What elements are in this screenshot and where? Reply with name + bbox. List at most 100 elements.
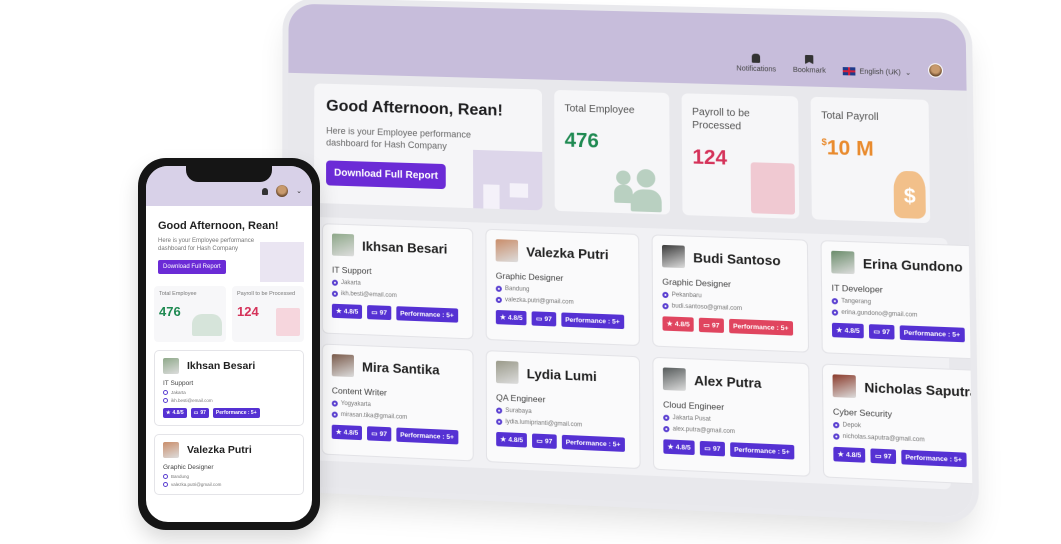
badge-row: ★ 4.8/5 ▭ 97 Performance : 5+ [163, 407, 295, 418]
greeting-title: Good Afternoon, Rean! [326, 97, 503, 120]
bookmark-icon [805, 55, 813, 64]
download-report-button[interactable]: Download Full Report [326, 160, 447, 190]
location-pin-icon [662, 291, 669, 299]
employee-role: Graphic Designer [163, 463, 214, 471]
employee-email: budi.santoso@gmail.com [662, 303, 798, 314]
rating-badge: ★ 4.8/5 [163, 407, 187, 418]
stat-payroll-processed: Payroll to be Processed 124 [681, 93, 800, 219]
bookmark-label: Bookmark [792, 66, 826, 75]
employee-email: valezka.putri@gmail.com [163, 481, 295, 487]
comments-count: 97 [711, 321, 720, 330]
comments-badge: ▭ 97 [367, 305, 391, 321]
employee-grid: Ikhsan Besari IT Support Jakarta ikh.besti@… [313, 216, 973, 490]
email-icon [331, 411, 338, 418]
location-pin-icon [831, 298, 839, 305]
employee-name: Alex Putra [694, 372, 762, 391]
employee-role: QA Engineer [496, 392, 546, 405]
employee-card[interactable]: Ikhsan Besari IT Support Jakarta ikh.besti@… [321, 223, 474, 340]
employee-role: Graphic Designer [662, 276, 732, 290]
comments-count: 97 [379, 309, 387, 317]
location-text: Jakarta [340, 279, 361, 287]
phone-notch [186, 166, 272, 182]
star-icon: ★ [836, 327, 843, 335]
stat-label: Total Payroll [821, 110, 879, 124]
rating-badge: ★ 4.8/5 [663, 439, 695, 456]
welcome-card: Good Afternoon, Rean! Here is your Emplo… [314, 83, 543, 211]
location-pin-icon [163, 473, 168, 479]
language-label: English (UK) [859, 67, 901, 77]
location-text: Surabaya [505, 407, 532, 416]
comments-count: 97 [712, 445, 721, 453]
user-avatar[interactable] [928, 63, 944, 78]
employee-avatar [662, 367, 686, 391]
employee-card[interactable]: Nicholas Saputra Cyber Security Depok nicho… [821, 363, 973, 485]
phone-welcome-card: Good Afternoon, Rean! Here is your Emplo… [154, 216, 304, 282]
card-header: Nicholas Saputra [832, 374, 973, 403]
employee-role: Cloud Engineer [663, 399, 725, 413]
user-avatar[interactable] [276, 185, 289, 197]
phone-screen: ⌄ Good Afternoon, Rean! Here is your Emp… [146, 166, 312, 522]
comment-icon: ▭ [536, 437, 543, 446]
employee-email: alex.putra@gmail.com [663, 425, 799, 438]
email-icon [663, 425, 670, 433]
bell-icon [751, 53, 761, 63]
location-pin-icon [833, 421, 840, 429]
employee-card[interactable]: Budi Santoso Graphic Designer Pekanbaru bud… [651, 234, 810, 353]
employee-card[interactable]: Valezka Putri Graphic Designer Bandung vale… [154, 433, 304, 495]
employee-location: Bandung [163, 473, 295, 479]
employee-card[interactable]: Mira Santika Content Writer Yogyakarta mira… [321, 343, 474, 462]
employee-email: valezka.putri@gmail.com [495, 296, 630, 308]
card-header: Valezka Putri [495, 239, 629, 266]
card-header: Ikhsan Besari [331, 233, 463, 261]
comments-count: 97 [544, 315, 552, 323]
employee-name: Mira Santika [362, 358, 440, 378]
employee-name: Ikhsan Besari [187, 359, 256, 372]
comments-count: 97 [379, 430, 387, 438]
employee-card[interactable]: Alex Putra Cloud Engineer Jakarta Pusat ale… [652, 356, 811, 477]
email-icon [496, 418, 503, 426]
employee-role: Cyber Security [832, 406, 893, 420]
employee-card[interactable]: Lydia Lumi QA Engineer Surabaya lydia.lumip… [485, 350, 641, 470]
rating-value: 4.8/5 [172, 409, 184, 416]
bookmark-button[interactable]: Bookmark [793, 55, 826, 75]
employee-name: Erina Gundono [862, 255, 963, 275]
employee-card[interactable]: Valezka Putri Graphic Designer Bandung vale… [485, 228, 640, 347]
download-report-button[interactable]: Download Full Report [158, 259, 226, 274]
star-icon: ★ [335, 428, 342, 437]
location-text: Yogyakarta [340, 400, 371, 409]
email-text: valezka.putri@gmail.com [504, 297, 574, 306]
rating-value: 4.8/5 [675, 443, 691, 452]
location-pin-icon [163, 389, 168, 395]
employee-location: Tangerang [831, 298, 970, 309]
comments-badge: ▭ 97 [532, 433, 557, 449]
email-text: budi.santoso@gmail.com [671, 303, 743, 313]
language-selector[interactable]: English (UK) ⌄ [842, 67, 911, 77]
chevron-down-icon[interactable]: ⌄ [296, 187, 302, 195]
people-icon [614, 166, 666, 213]
email-text: valezka.putri@gmail.com [171, 481, 222, 487]
location-pin-icon [331, 400, 338, 407]
badge-row: ★ 4.8/5 ▭ 97 Performance : 5+ [831, 322, 970, 343]
employee-card[interactable]: Ikhsan Besari IT Support Jakarta ikh.besti@… [154, 349, 304, 426]
comment-icon: ▭ [875, 452, 882, 461]
employee-location: Pekanbaru [662, 291, 798, 303]
rating-badge: ★ 4.8/5 [833, 446, 866, 463]
comment-icon: ▭ [193, 409, 199, 416]
employee-location: Bandung [495, 285, 629, 297]
email-text: ikh.besti@email.com [340, 291, 397, 300]
bell-icon[interactable] [262, 187, 269, 195]
stat-total-employee: Total Employee 476 [154, 285, 226, 342]
rating-badge: ★ 4.8/5 [831, 322, 865, 339]
notifications-button[interactable]: Notifications [736, 53, 776, 73]
phone-stats-row: Total Employee 476 Payroll to be Process… [154, 285, 304, 342]
stat-value: 476 [564, 129, 599, 153]
rating-value: 4.8/5 [674, 320, 690, 329]
email-icon [495, 296, 502, 304]
performance-badge: Performance : 5+ [212, 407, 260, 418]
employee-role: IT Support [163, 379, 194, 387]
employee-card[interactable]: Erina Gundono IT Developer Tangerang erina.… [820, 240, 973, 360]
employee-avatar [661, 244, 685, 269]
employee-location: Yogyakarta [331, 400, 464, 412]
comments-badge: ▭ 97 [367, 426, 391, 442]
stat-value: 124 [692, 146, 728, 170]
